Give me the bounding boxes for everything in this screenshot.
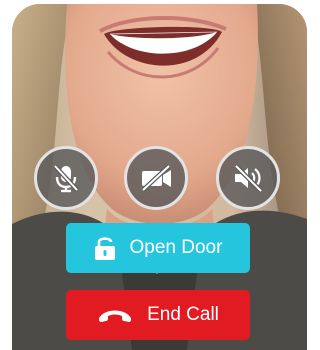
camera-toggle-button[interactable] [124,146,188,210]
end-call-button[interactable]: End Call [66,290,250,340]
open-door-label: Open Door [129,237,223,258]
microphone-muted-icon [53,164,79,193]
speaker-mute-button[interactable] [216,146,280,210]
unlock-icon [94,235,116,261]
mute-microphone-button[interactable] [34,146,98,210]
end-call-label: End Call [147,304,219,325]
speaker-muted-icon [234,164,263,193]
hang-up-phone-icon [97,306,133,324]
camera-off-icon [141,164,171,192]
video-call-screen: Open Door End Call [12,4,307,350]
open-door-button[interactable]: Open Door [66,223,250,273]
